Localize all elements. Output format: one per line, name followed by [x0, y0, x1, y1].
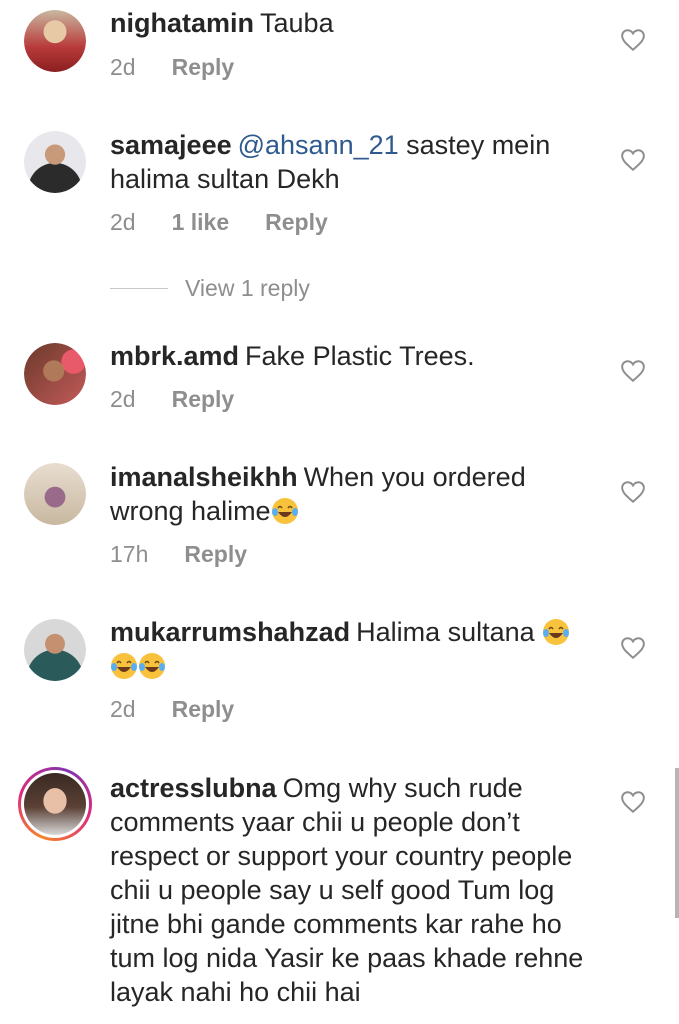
face-with-tears-of-joy-emoji	[111, 653, 137, 679]
comment-username[interactable]: nighatamin	[110, 8, 254, 38]
comment-meta: 2d Reply	[110, 696, 234, 723]
comment-username[interactable]: mbrk.amd	[110, 341, 239, 371]
comment-time: 2d	[110, 696, 136, 722]
heart-outline-icon[interactable]	[620, 28, 646, 52]
comment-text: samajeee @ahsann_21 sastey mein halima su…	[110, 128, 600, 196]
face-with-tears-of-joy-emoji	[543, 619, 570, 645]
comment-username[interactable]: mukarrumshahzad	[110, 617, 350, 647]
comment-mention[interactable]: @ahsann_21	[238, 130, 399, 160]
reply-button[interactable]: Reply	[184, 541, 247, 568]
comment-body: Omg why such rude comments yaar chii u p…	[110, 773, 584, 1007]
heart-outline-icon[interactable]	[620, 359, 646, 383]
comment-time: 17h	[110, 541, 149, 567]
avatar[interactable]	[24, 463, 86, 525]
view-replies-button[interactable]: View 1 reply	[110, 275, 310, 302]
comment-username[interactable]: imanalsheikhh	[110, 462, 298, 492]
comment-username[interactable]: samajeee	[110, 130, 232, 160]
face-with-tears-of-joy-emoji	[139, 653, 165, 679]
face-with-tears-of-joy-emoji	[271, 498, 298, 524]
reply-button[interactable]: Reply	[265, 209, 328, 236]
reply-button[interactable]: Reply	[172, 54, 235, 81]
comment-time: 2d	[110, 209, 136, 235]
comment-meta: 2d 1 like Reply	[110, 209, 328, 236]
comment-text: nighatamin Tauba	[110, 6, 600, 40]
comment-likes[interactable]: 1 like	[172, 209, 230, 236]
avatar-with-story-ring[interactable]	[18, 767, 92, 841]
heart-outline-icon[interactable]	[620, 790, 646, 814]
comment-username[interactable]: actresslubna	[110, 773, 277, 803]
comment-time: 2d	[110, 386, 136, 412]
heart-outline-icon[interactable]	[620, 480, 646, 504]
comment-meta: 2d Reply	[110, 386, 234, 413]
divider-line	[110, 288, 168, 289]
comment-text: actresslubna Omg why such rude comments y…	[110, 771, 600, 1009]
comment-body: Tauba	[260, 8, 334, 38]
avatar[interactable]	[24, 619, 86, 681]
avatar[interactable]	[24, 10, 86, 72]
view-replies-label: View 1 reply	[185, 275, 310, 301]
avatar[interactable]	[24, 131, 86, 193]
reply-button[interactable]: Reply	[172, 386, 235, 413]
heart-outline-icon[interactable]	[620, 148, 646, 172]
avatar[interactable]	[24, 343, 86, 405]
comment-meta: 17h Reply	[110, 541, 247, 568]
comment-body: Halima sultana	[356, 617, 543, 647]
reply-button[interactable]: Reply	[172, 696, 235, 723]
comment-time: 2d	[110, 54, 136, 80]
comment-body: Fake Plastic Trees.	[245, 341, 475, 371]
comment-text: mbrk.amd Fake Plastic Trees.	[110, 339, 600, 373]
comment-meta: 2d Reply	[110, 54, 234, 81]
scrollbar[interactable]	[675, 768, 679, 918]
heart-outline-icon[interactable]	[620, 636, 646, 660]
story-ring	[21, 770, 89, 838]
comment-text: imanalsheikhh When you ordered wrong hali…	[110, 460, 600, 528]
comment-text: mukarrumshahzad Halima sultana	[110, 615, 600, 683]
